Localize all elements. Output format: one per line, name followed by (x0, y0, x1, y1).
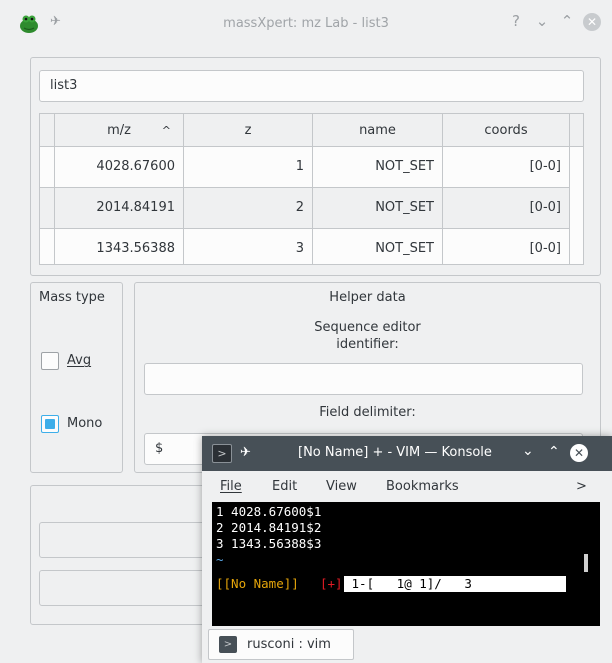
tab-rusconi-vim[interactable]: > rusconi : vim (208, 629, 354, 660)
konsole-menubar: File Edit View Bookmarks > (202, 471, 612, 501)
terminal-line: 3 1343.56388$3 (216, 536, 322, 551)
pin-icon[interactable]: ✈ (240, 445, 251, 460)
terminal-area[interactable]: 1 4028.67600$1 2 2014.84191$2 3 1343.563… (212, 502, 600, 626)
menu-view[interactable]: View (326, 479, 357, 494)
cell-mz[interactable]: 4028.67600 (55, 147, 184, 188)
row-header[interactable] (40, 147, 55, 188)
table-row[interactable]: 4028.67600 1 NOT_SET [0-0] (40, 147, 570, 188)
konsole-tab-bar: > rusconi : vim (202, 626, 612, 663)
menu-edit[interactable]: Edit (272, 479, 297, 494)
menu-bookmarks[interactable]: Bookmarks (386, 479, 459, 494)
list-name-input[interactable]: list3 (39, 70, 584, 102)
table-row[interactable]: 1343.56388 3 NOT_SET [0-0] (40, 229, 570, 264)
mono-checkbox[interactable] (41, 415, 59, 433)
field-delimiter-label: Field delimiter: (319, 405, 416, 420)
cell-mz[interactable]: 1343.56388 (55, 229, 184, 264)
konsole-title-bar: > ✈ [No Name] + - VIM — Konsole ⌄ ⌃ ✕ (202, 436, 612, 471)
column-header-coords[interactable]: coords (443, 114, 570, 147)
avg-checkbox[interactable] (41, 352, 59, 370)
maximize-button[interactable]: ⌃ (548, 444, 560, 460)
help-button[interactable]: ? (506, 12, 526, 30)
konsole-window[interactable]: > ✈ [No Name] + - VIM — Konsole ⌄ ⌃ ✕ Fi… (202, 436, 612, 663)
cell-z[interactable]: 3 (184, 229, 313, 264)
vim-status-modified: [+] (320, 576, 343, 591)
cell-z[interactable]: 1 (184, 147, 313, 188)
table-row[interactable]: 2014.84191 2 NOT_SET [0-0] (40, 188, 570, 229)
minimize-button[interactable]: ⌄ (532, 12, 552, 30)
mass-type-title: Mass type (39, 290, 105, 305)
sequence-identifier-input[interactable] (144, 363, 583, 395)
konsole-title: [No Name] + - VIM — Konsole (298, 445, 492, 460)
cell-name[interactable]: NOT_SET (313, 188, 443, 229)
cell-coords[interactable]: [0-0] (443, 188, 570, 229)
cell-name[interactable]: NOT_SET (313, 147, 443, 188)
column-header-name[interactable]: name (313, 114, 443, 147)
cell-z[interactable]: 2 (184, 188, 313, 229)
checkbox-checked-mark (45, 419, 55, 429)
close-button[interactable]: ✕ (583, 13, 601, 31)
terminal-icon: > (219, 636, 237, 653)
row-header[interactable] (40, 188, 55, 229)
results-table[interactable]: m/z ^ z name coords 4028.67600 1 NOT_SET… (39, 113, 584, 265)
cell-name[interactable]: NOT_SET (313, 229, 443, 264)
column-header-z[interactable]: z (184, 114, 313, 147)
terminal-scrollbar[interactable] (584, 554, 588, 572)
avg-label[interactable]: Avg (67, 353, 91, 368)
menu-file[interactable]: File (220, 479, 242, 494)
column-header-label: m/z (107, 123, 131, 138)
konsole-app-icon: > (212, 444, 232, 463)
close-button[interactable]: ✕ (570, 444, 588, 462)
terminal-line: ~ (216, 552, 224, 567)
sequence-editor-label: Sequence editor (314, 320, 421, 335)
terminal-line: 1 4028.67600$1 (216, 504, 322, 519)
row-header-corner (40, 114, 55, 147)
menu-more-icon[interactable]: > (576, 479, 587, 494)
row-header[interactable] (40, 229, 55, 264)
helper-data-title: Helper data (329, 290, 406, 305)
terminal-line: 2 2014.84191$2 (216, 520, 322, 535)
sort-ascending-icon: ^ (161, 124, 171, 137)
header-filler (570, 114, 583, 147)
vim-status-name: [[No Name]] (216, 576, 299, 591)
column-header-mz[interactable]: m/z ^ (55, 114, 184, 147)
sequence-editor-label-2: identifier: (336, 337, 399, 352)
cell-mz[interactable]: 2014.84191 (55, 188, 184, 229)
mono-label[interactable]: Mono (67, 416, 102, 431)
maximize-button[interactable]: ⌃ (557, 12, 577, 30)
cell-coords[interactable]: [0-0] (443, 147, 570, 188)
cell-coords[interactable]: [0-0] (443, 229, 570, 264)
minimize-button[interactable]: ⌄ (522, 443, 534, 459)
tab-label: rusconi : vim (247, 637, 331, 652)
vim-status-position: 1-[ 1@ 1]/ 3 (344, 576, 566, 592)
mass-type-group (30, 282, 123, 473)
